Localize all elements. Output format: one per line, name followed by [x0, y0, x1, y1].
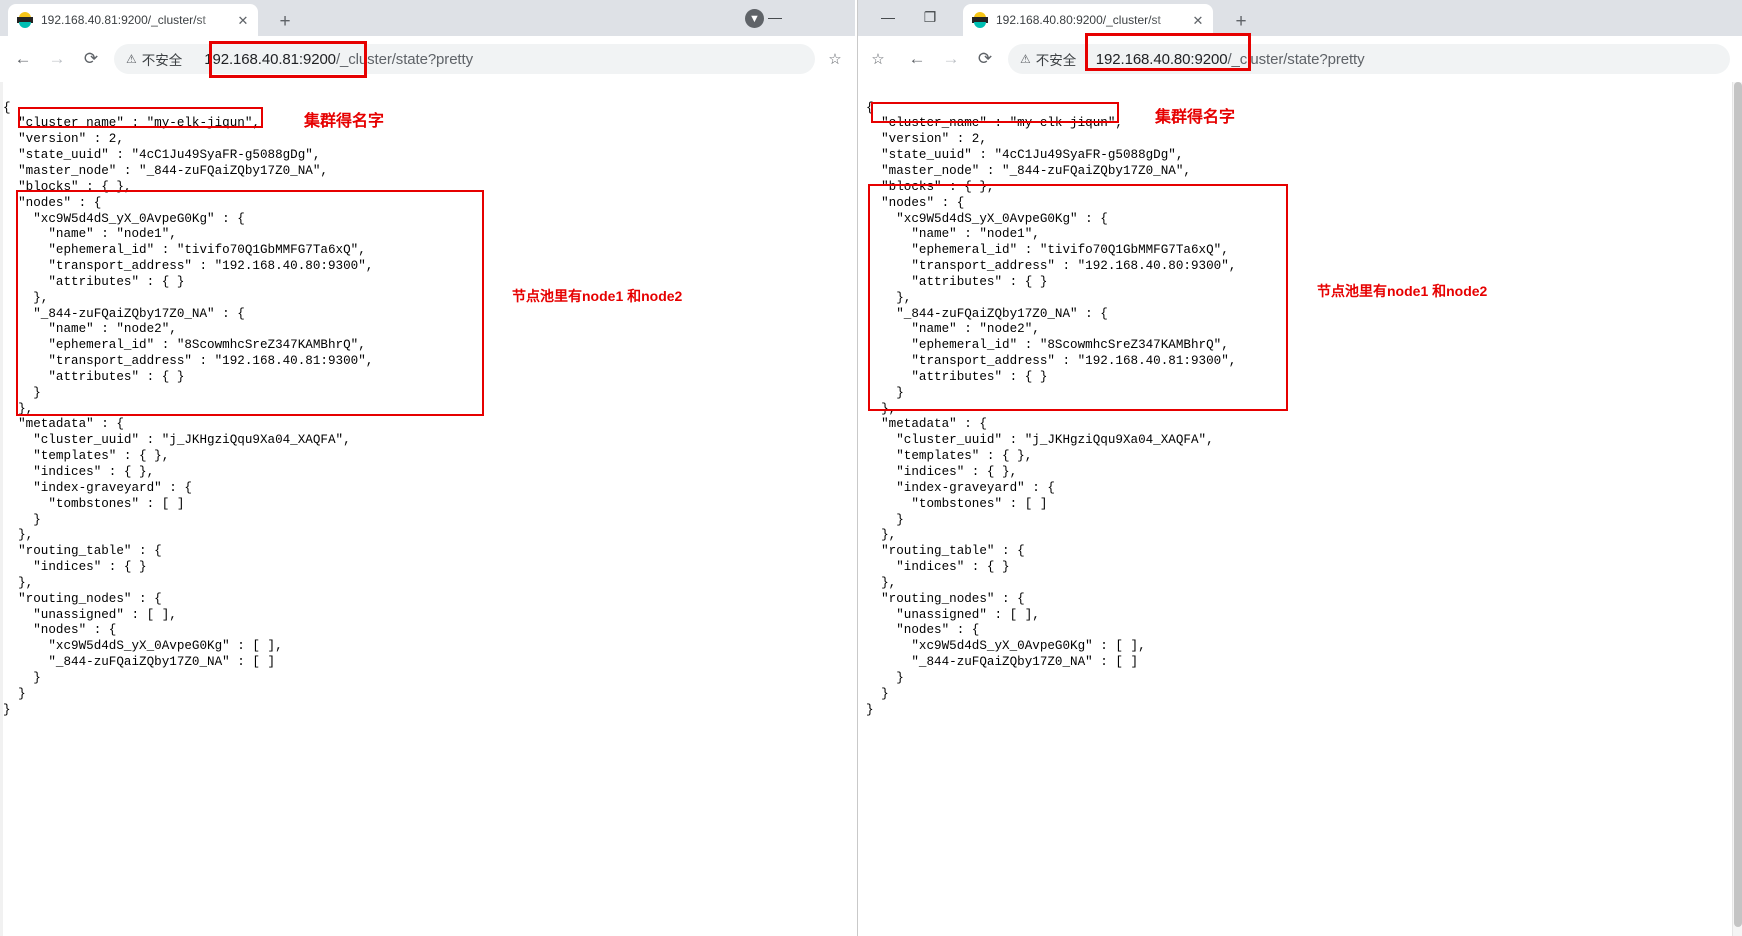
security-status-text: 不安全: [141, 53, 183, 68]
window-minimize-button-right[interactable]: —: [868, 4, 908, 30]
new-tab-button[interactable]: +: [272, 8, 298, 34]
back-icon[interactable]: ←: [900, 42, 934, 76]
elasticsearch-icon: [17, 12, 33, 28]
annotation-label-nodes-right: 节点池里有node1 和node2: [1317, 283, 1488, 299]
elasticsearch-icon: [972, 12, 988, 28]
address-bar-right[interactable]: ⚠ 不安全 | 192.168.40.80:9200/_cluster/stat…: [1008, 44, 1730, 74]
url-host: 192.168.40.80:9200: [1095, 50, 1228, 68]
url-path: /_cluster/state?pretty: [1227, 50, 1365, 68]
tab-strip-left: 192.168.40.81:9200/_cluster/st ✕ + ▼ —: [0, 0, 855, 36]
browser-window-right: — ❐ 192.168.40.80:9200/_cluster/st ✕ + ☆…: [857, 0, 1742, 936]
reload-icon[interactable]: ⟳: [74, 42, 108, 76]
browser-window-left: 192.168.40.81:9200/_cluster/st ✕ + ▼ — ←…: [0, 0, 855, 936]
browser-tab-right[interactable]: 192.168.40.80:9200/_cluster/st ✕: [963, 4, 1213, 36]
window-maximize-button-right[interactable]: ❐: [910, 4, 950, 30]
forward-icon[interactable]: →: [934, 42, 968, 76]
cluster-state-json-left: { "cluster_name" : "my-elk-jiqun", "vers…: [3, 100, 374, 717]
warning-triangle-icon: ⚠: [126, 52, 137, 66]
page-content-left: { "cluster_name" : "my-elk-jiqun", "vers…: [0, 82, 855, 936]
screenshot-root: 192.168.40.81:9200/_cluster/st ✕ + ▼ — ←…: [0, 0, 1742, 936]
security-status-text: 不安全: [1035, 53, 1077, 68]
new-tab-button-right[interactable]: +: [1228, 8, 1254, 34]
bookmark-star-icon-right[interactable]: ☆: [864, 45, 892, 73]
annotation-label-cluster-name-left: 集群得名字: [304, 113, 385, 130]
close-icon[interactable]: ✕: [1189, 11, 1207, 29]
forward-icon[interactable]: →: [40, 42, 74, 76]
browser-tab-left[interactable]: 192.168.40.81:9200/_cluster/st ✕: [8, 4, 258, 36]
scrollbar-thumb[interactable]: [1734, 82, 1742, 928]
annotation-label-cluster-name-right: 集群得名字: [1155, 109, 1236, 126]
cluster-state-json-right: { "cluster_name" : "my-elk-jiqun", "vers…: [866, 100, 1237, 717]
annotation-label-nodes-left: 节点池里有node1 和node2: [512, 288, 683, 304]
address-bar-left[interactable]: ⚠ 不安全 192.168.40.81:9200/_cluster/state?…: [114, 44, 815, 74]
window-minimize-button[interactable]: —: [755, 4, 795, 30]
close-icon[interactable]: ✕: [234, 11, 252, 29]
browser-toolbar-left: ← → ⟳ ⚠ 不安全 192.168.40.81:9200/_cluster/…: [0, 36, 855, 82]
url-path: /_cluster/state?pretty: [335, 50, 473, 68]
tab-title-left: 192.168.40.81:9200/_cluster/st: [41, 13, 206, 27]
reload-icon[interactable]: ⟳: [968, 42, 1002, 76]
warning-triangle-icon: ⚠: [1020, 52, 1031, 66]
tab-strip-right: — ❐ 192.168.40.80:9200/_cluster/st ✕ +: [858, 0, 1742, 36]
page-content-right: { "cluster_name" : "my-elk-jiqun", "vers…: [858, 82, 1742, 936]
tab-title-right: 192.168.40.80:9200/_cluster/st: [996, 13, 1161, 27]
url-host: 192.168.40.81:9200: [204, 50, 336, 68]
url-separator: |: [1084, 51, 1088, 67]
bookmark-star-icon[interactable]: ☆: [821, 45, 849, 73]
back-icon[interactable]: ←: [6, 42, 40, 76]
browser-toolbar-right: ☆ ← → ⟳ ⚠ 不安全 | 192.168.40.80:9200/_clus…: [858, 36, 1742, 82]
page-scrollbar-right[interactable]: [1732, 82, 1742, 936]
